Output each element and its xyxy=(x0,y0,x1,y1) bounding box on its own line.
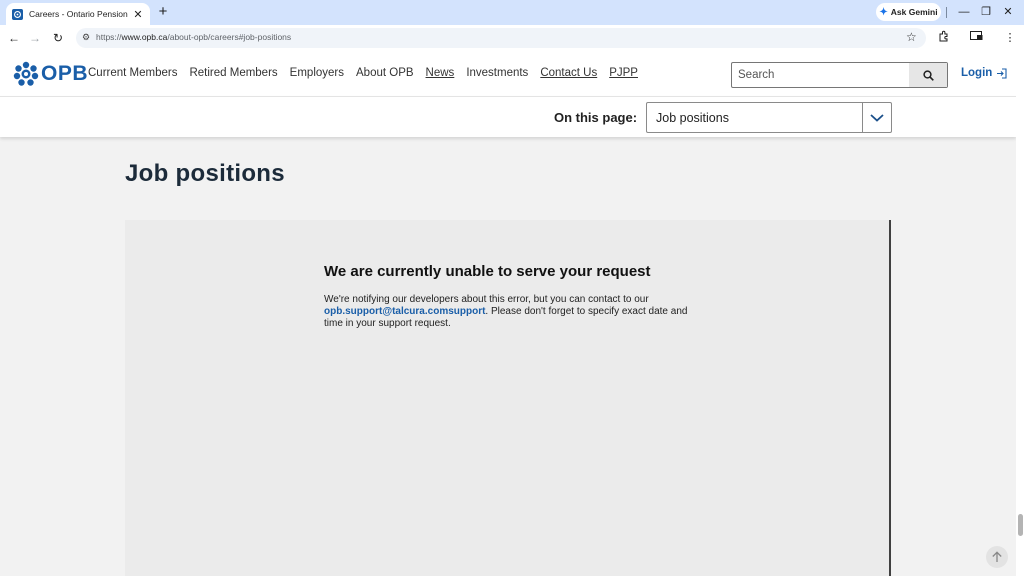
nav-about-opb[interactable]: About OPB xyxy=(356,67,414,79)
chrome-menu-icon[interactable]: ⋮ xyxy=(1002,30,1018,46)
minimize-window-icon[interactable]: — xyxy=(956,4,972,20)
main-navigation: Current Members Retired Members Employer… xyxy=(88,67,650,79)
back-to-top-button[interactable] xyxy=(986,546,1008,568)
gemini-sparkle-icon: ✦ xyxy=(879,6,888,18)
opb-logo[interactable]: OPB xyxy=(12,61,88,87)
error-text: We're notifying our developers about thi… xyxy=(324,294,694,330)
nav-investments[interactable]: Investments xyxy=(466,67,528,79)
site-header: OPB Current Members Retired Members Empl… xyxy=(0,52,1016,96)
page-viewport: OPB Current Members Retired Members Empl… xyxy=(0,52,1016,576)
login-button[interactable]: Login xyxy=(961,67,1007,79)
job-positions-embed: We are currently unable to serve your re… xyxy=(125,220,891,576)
reload-icon[interactable]: ↻ xyxy=(50,30,66,46)
support-email-link[interactable]: opb.support@talcura.comsupport xyxy=(324,306,485,317)
on-this-page-selected: Job positions xyxy=(656,111,729,125)
nav-news[interactable]: News xyxy=(426,67,455,79)
address-url[interactable]: https://www.opb.ca/about-opb/careers#job… xyxy=(96,32,291,42)
back-icon[interactable]: ← xyxy=(6,30,22,46)
url-host: www.opb.ca xyxy=(121,32,168,42)
bookmark-star-icon[interactable]: ☆ xyxy=(906,30,917,44)
tab-title: Careers - Ontario Pension Board xyxy=(29,9,128,19)
extensions-icon[interactable] xyxy=(936,30,952,46)
search-icon xyxy=(922,69,934,81)
puzzle-icon xyxy=(939,30,948,42)
opb-favicon-icon xyxy=(12,8,23,20)
login-label: Login xyxy=(961,67,993,79)
new-tab-button[interactable]: + xyxy=(155,4,171,20)
on-this-page-select[interactable]: Job positions xyxy=(646,102,892,133)
on-this-page-bar: On this page: Job positions xyxy=(0,96,1016,137)
error-text-before: We're notifying our developers about thi… xyxy=(324,294,649,305)
nav-current-members[interactable]: Current Members xyxy=(88,67,177,79)
page-scrollbar[interactable] xyxy=(1016,52,1024,576)
site-search xyxy=(731,62,948,88)
login-arrow-icon xyxy=(997,67,1007,79)
close-window-icon[interactable]: ✕ xyxy=(1000,4,1016,20)
url-scheme: https:// xyxy=(96,32,122,42)
tab-close-icon[interactable]: ✕ xyxy=(132,8,144,21)
browser-toolbar: ← → ↻ ⚙ https://www.opb.ca/about-opb/car… xyxy=(0,25,1024,52)
search-input[interactable] xyxy=(732,63,908,87)
browser-tab-strip: Careers - Ontario Pension Board ✕ + ✦ As… xyxy=(0,0,1024,25)
nav-contact-us[interactable]: Contact Us xyxy=(540,67,597,79)
search-button[interactable] xyxy=(909,63,947,87)
ask-gemini-label: Ask Gemini xyxy=(890,7,938,17)
url-path: /about-opb/careers#job-positions xyxy=(167,32,292,42)
logo-wordmark: OPB xyxy=(41,62,89,85)
error-message: We are currently unable to serve your re… xyxy=(324,263,694,330)
on-this-page-label: On this page: xyxy=(554,110,638,125)
dropdown-toggle[interactable] xyxy=(862,103,891,132)
nav-employers[interactable]: Employers xyxy=(290,67,344,79)
forward-icon[interactable]: → xyxy=(27,30,43,46)
chevron-down-icon xyxy=(870,113,884,122)
opb-logo-mark-icon xyxy=(13,61,39,86)
nav-retired-members[interactable]: Retired Members xyxy=(189,67,277,79)
site-info-icon[interactable]: ⚙ xyxy=(80,32,92,44)
page-title: Job positions xyxy=(125,160,285,187)
ask-gemini-button[interactable]: ✦ Ask Gemini xyxy=(876,3,941,21)
scrollbar-thumb[interactable] xyxy=(1018,514,1023,536)
error-title: We are currently unable to serve your re… xyxy=(324,263,651,280)
tab-search-icon[interactable] xyxy=(968,30,984,46)
media-icon xyxy=(969,31,982,40)
browser-tab[interactable]: Careers - Ontario Pension Board ✕ xyxy=(6,3,150,25)
window-controls-divider xyxy=(946,7,947,18)
restore-window-icon[interactable]: ❐ xyxy=(978,4,994,20)
address-bar[interactable]: ⚙ https://www.opb.ca/about-opb/careers#j… xyxy=(76,28,926,48)
nav-pjpp[interactable]: PJPP xyxy=(609,67,638,79)
arrow-up-icon xyxy=(992,551,1002,562)
